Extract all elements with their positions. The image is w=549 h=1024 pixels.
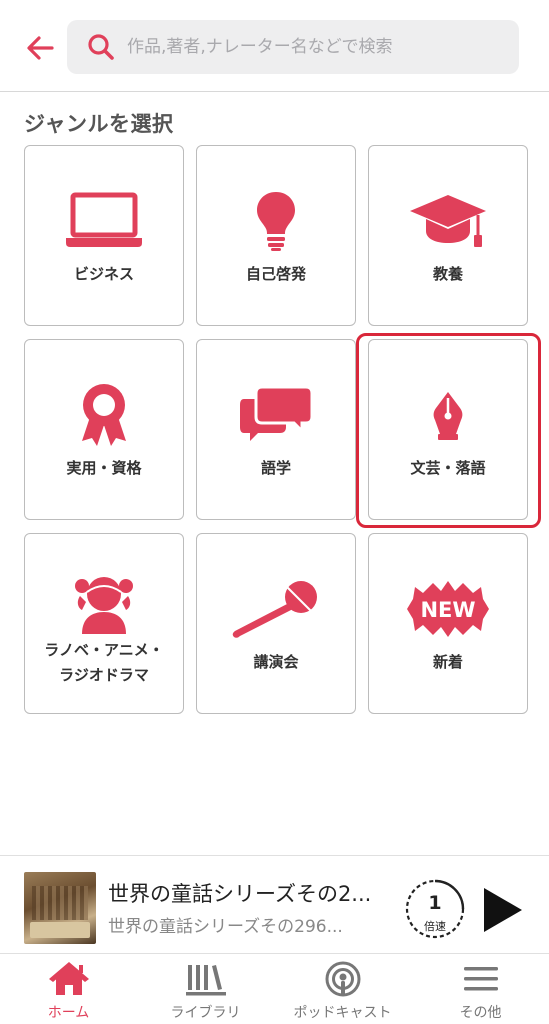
genre-tile-practical-qualifications[interactable]: 実用・資格 bbox=[24, 339, 184, 520]
bottom-tab-bar: ホーム ライブラリ ポッドキャスト その他 bbox=[0, 953, 549, 1024]
microphone-icon bbox=[197, 574, 355, 644]
laptop-icon bbox=[25, 186, 183, 256]
player-subtitle[interactable]: 世界の童話シリーズその296... bbox=[108, 912, 393, 937]
genre-label: 講演会 bbox=[253, 653, 299, 671]
genre-label: 教養 bbox=[432, 265, 463, 283]
genre-label: 語学 bbox=[260, 459, 291, 477]
genre-label-line: ラジオドラマ bbox=[59, 666, 149, 684]
genre-tile-self-development[interactable]: 自己啓発 bbox=[196, 145, 356, 326]
player-title[interactable]: 世界の童話シリーズその2... bbox=[108, 878, 393, 908]
new-badge-text: NEW bbox=[420, 598, 475, 622]
podcast-icon bbox=[274, 961, 411, 997]
speed-unit: 倍速 bbox=[424, 920, 446, 933]
back-button[interactable] bbox=[22, 30, 58, 66]
search-bar[interactable] bbox=[67, 20, 519, 74]
play-button[interactable] bbox=[480, 886, 526, 934]
award-ribbon-icon bbox=[25, 380, 183, 450]
genre-tile-languages[interactable]: 語学 bbox=[196, 339, 356, 520]
mini-player[interactable]: 世界の童話シリーズその2... 世界の童話シリーズその296... 1 倍速 bbox=[0, 855, 549, 953]
search-icon bbox=[87, 32, 117, 62]
arrow-left-icon bbox=[27, 36, 54, 60]
new-badge-icon: NEW bbox=[369, 574, 527, 644]
tab-label: ポッドキャスト bbox=[293, 1005, 392, 1021]
genre-tile-liberal-arts[interactable]: 教養 bbox=[368, 145, 528, 326]
genre-tile-new-arrivals[interactable]: NEW 新着 bbox=[368, 533, 528, 714]
tab-label: ライブラリ bbox=[170, 1005, 241, 1021]
graduation-cap-icon bbox=[369, 186, 527, 256]
genre-tile-lectures[interactable]: 講演会 bbox=[196, 533, 356, 714]
genre-label: 自己啓発 bbox=[245, 265, 306, 283]
tab-home[interactable]: ホーム bbox=[0, 954, 137, 1024]
library-icon bbox=[137, 962, 274, 996]
speech-bubbles-icon bbox=[197, 380, 355, 450]
selection-highlight bbox=[356, 333, 541, 528]
home-icon bbox=[0, 962, 137, 996]
tab-other[interactable]: その他 bbox=[412, 954, 549, 1024]
genre-label: ビジネス bbox=[73, 265, 134, 283]
playback-speed-button[interactable]: 1 倍速 bbox=[404, 878, 466, 940]
menu-icon bbox=[412, 962, 549, 996]
search-input[interactable] bbox=[127, 37, 497, 57]
genre-label-line: ラノベ・アニメ・ bbox=[44, 641, 164, 659]
tab-label: ホーム bbox=[47, 1005, 90, 1021]
girl-avatar-icon bbox=[25, 568, 183, 638]
header bbox=[0, 0, 549, 92]
play-icon bbox=[484, 888, 522, 932]
genre-tile-lightnovel-anime[interactable]: ラノベ・アニメ・ ラジオドラマ bbox=[24, 533, 184, 714]
lightbulb-icon bbox=[197, 186, 355, 256]
album-art[interactable] bbox=[24, 872, 96, 944]
section-title: ジャンルを選択 bbox=[24, 112, 174, 136]
genre-tile-business[interactable]: ビジネス bbox=[24, 145, 184, 326]
tab-library[interactable]: ライブラリ bbox=[137, 954, 274, 1024]
speed-value: 1 bbox=[428, 892, 442, 914]
tab-podcast[interactable]: ポッドキャスト bbox=[274, 954, 411, 1024]
genre-label: 新着 bbox=[432, 653, 463, 671]
genre-label: 実用・資格 bbox=[66, 459, 142, 477]
tab-label: その他 bbox=[459, 1005, 502, 1021]
genre-label: ラノベ・アニメ・ ラジオドラマ bbox=[29, 638, 179, 688]
